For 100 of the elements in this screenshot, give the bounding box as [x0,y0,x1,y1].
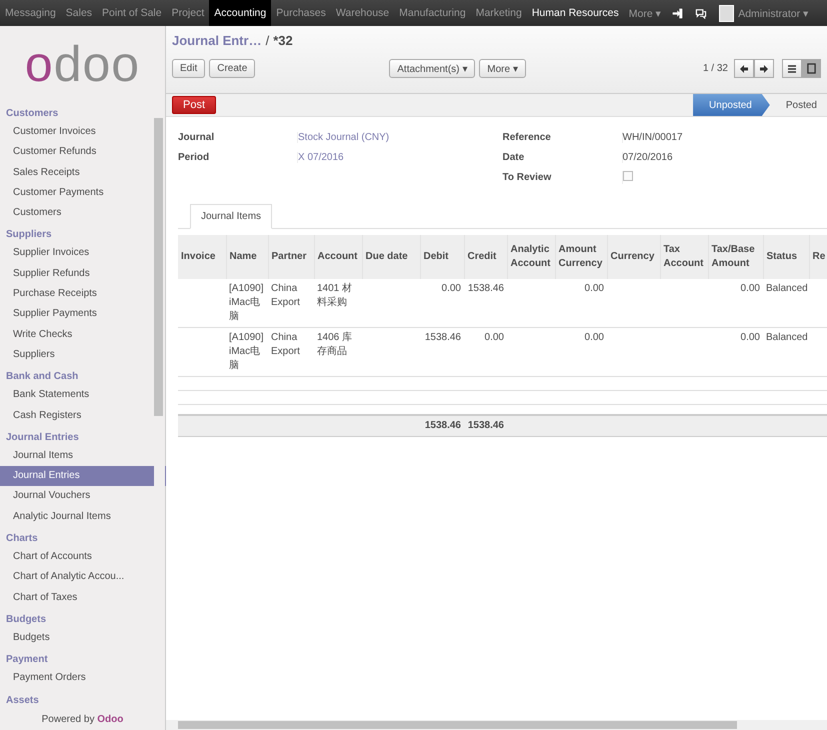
table-cell: [A1090] iMac电脑 [229,283,264,322]
sidebar-item[interactable]: Budgets [0,628,166,648]
column-header[interactable]: Analytic Account [507,235,555,279]
column-header[interactable]: Name [226,235,268,279]
field-value-link[interactable]: X 07/2016 [297,152,344,162]
table-cell: 1401 材料采购 [317,283,352,308]
status-step[interactable]: Unposted [693,94,770,116]
record-title: *32 [273,33,293,48]
sidebar-item[interactable]: Journal Vouchers [0,486,166,507]
top-menu-item[interactable]: More ▾ [624,0,667,26]
column-header[interactable]: Partner [268,235,314,279]
column-header[interactable]: Invoice [178,235,226,279]
sidebar-item[interactable]: Sales Receipts [0,162,166,183]
field-label: Period [178,152,210,162]
sidebar-item[interactable]: Journal Items [0,446,166,466]
table-cell: 0.00 [740,332,760,343]
field-value: 07/20/2016 [622,152,673,162]
list-view-button[interactable] [782,59,802,78]
sidebar-item[interactable]: Chart of Analytic Accou... [0,567,166,588]
sidebar-section-title: Customers [5,107,60,121]
sidebar-section-title: Journal Entries [5,430,80,445]
sidebar-section-title: Suppliers [5,228,53,242]
column-header[interactable]: Status [763,235,809,279]
sidebar-item[interactable]: Supplier Invoices [0,243,166,264]
field-label: Date [502,152,526,162]
dropdown-button[interactable]: More ▾ [479,59,526,78]
dropdown-button[interactable]: Attachment(s) ▾ [389,59,476,78]
previous-button[interactable] [734,59,754,78]
sidebar-item[interactable]: Purchase Receipts [0,284,166,304]
sidebar-section-title: Payment [5,653,49,668]
sidebar-section-title: Charts [5,532,39,546]
toolbar-button[interactable]: Edit [172,59,206,78]
column-header[interactable]: Credit [464,235,507,279]
top-menu-item[interactable]: Human Resources [526,0,624,26]
table-cell: 1538.46 [424,332,461,343]
table-cell: 0.00 [484,332,504,343]
sidebar-item[interactable]: Suppliers [0,344,166,366]
sidebar-item[interactable]: Journal Entries [0,466,166,486]
top-menu-item[interactable]: Messaging [0,0,61,26]
column-header[interactable]: Tax/Base Amount [708,235,763,279]
top-menu-item[interactable]: Manufacturing [394,0,471,26]
column-header[interactable]: Tax Account [660,235,708,279]
breadcrumb-separator: / [266,33,270,48]
column-header[interactable]: Debit [420,235,464,279]
field-value-link[interactable]: Stock Journal (CNY) [297,132,390,142]
table-cell: China Export [271,283,300,308]
form-view-button[interactable] [802,59,821,78]
sidebar-item[interactable]: Write Checks [0,324,166,345]
table-cell: China Export [271,332,300,357]
sidebar-item[interactable]: Customer Invoices [0,122,166,142]
sidebar-item[interactable]: Bank Statements [0,385,166,406]
sidebar-item[interactable]: Chart of Taxes [0,588,166,608]
top-menu-item[interactable]: Point of Sale [97,0,167,26]
top-menu-item[interactable]: Sales [60,0,98,26]
sign-in-icon[interactable] [672,8,684,18]
table-cell: 0.00 [584,283,604,294]
top-menu-item[interactable]: Purchases [271,0,331,26]
sidebar-section-title: Assets [5,694,40,708]
sidebar-item[interactable]: Customer Refunds [0,142,166,163]
table-cell: 0.00 [442,283,461,294]
user-menu[interactable]: Administrator ▾ [738,6,809,20]
sidebar-item[interactable]: Customers [0,203,166,224]
table-cell: 1538.46 [468,283,504,294]
top-menu-item[interactable]: Marketing [470,0,527,26]
column-header[interactable]: Currency [607,235,660,279]
column-header[interactable]: Account [314,235,362,279]
sidebar-item[interactable]: Analytic Journal Items [0,506,166,528]
table-cell: 0.00 [740,283,760,294]
table-cell: 1406 库存商品 [317,332,352,357]
tab[interactable]: Journal Items [190,204,272,229]
top-menu-item[interactable]: Warehouse [330,0,394,26]
next-button[interactable] [754,59,774,78]
sidebar-item[interactable]: Payment Orders [0,668,166,689]
field-label: Reference [502,132,552,142]
post-button[interactable]: Post [172,96,216,114]
status-step[interactable]: Posted [770,94,827,116]
sidebar-section-title: Bank and Cash [5,370,80,384]
toolbar-button[interactable]: Create [209,59,256,78]
sidebar-item[interactable]: Chart of Accounts [0,547,166,568]
field-value: WH/IN/00017 [622,132,683,142]
sidebar-item[interactable]: Cash Registers [0,406,166,426]
field-label: Journal [178,132,216,142]
column-header[interactable]: Amount Currency [555,235,607,279]
pager-text: 1 / 32 [702,63,728,74]
column-header[interactable]: Due date [362,235,420,279]
right-arrow-icon [759,64,769,74]
chat-icon[interactable] [695,8,708,18]
sidebar-item[interactable]: Supplier Refunds [0,264,166,284]
horizontal-scrollbar[interactable] [166,720,827,730]
sidebar-item[interactable]: Customer Payments [0,182,166,204]
sidebar-section-title: Budgets [5,612,47,627]
top-menu-item[interactable]: Accounting [209,0,272,26]
top-menu-item[interactable]: Project [166,0,210,26]
checkbox[interactable] [622,170,632,180]
sidebar-item[interactable]: Supplier Payments [0,304,166,325]
left-arrow-icon [739,64,749,74]
list-icon [787,64,797,74]
breadcrumb-link[interactable]: Journal Entr… [172,33,262,48]
table-cell: [A1090] iMac电脑 [229,332,264,371]
column-header[interactable]: Re [809,235,827,279]
